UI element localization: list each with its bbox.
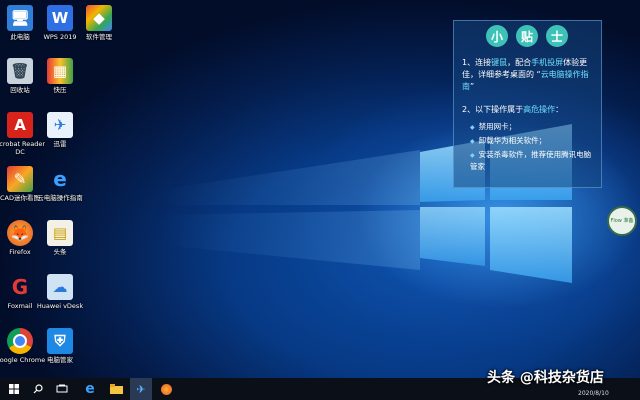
desktop-icon-pc-manager[interactable]: ⛨ 电脑管家	[33, 328, 87, 364]
desktop-icon-toutiao[interactable]: ▤ 头条	[33, 220, 87, 256]
windows-start-icon[interactable]	[4, 378, 24, 400]
tips-paragraph-1: 1、连接键鼠，配合手机投屏体验更佳，详细参考桌面的 “云电脑操作指南”	[462, 58, 589, 91]
task-view-icon[interactable]	[52, 378, 72, 400]
tips-panel: 小 贴 士 1、连接键鼠，配合手机投屏体验更佳，详细参考桌面的 “云电脑操作指南…	[453, 20, 602, 188]
tips-bullet: ◆ 禁用网卡；	[470, 122, 517, 131]
cad-viewer-icon: ✎	[7, 166, 33, 192]
firefox-icon: 🦊	[7, 220, 33, 246]
file-explorer-icon[interactable]	[106, 378, 126, 400]
floating-widget[interactable]: Flow 准备	[607, 206, 637, 236]
foxmail-icon: G	[11, 275, 29, 299]
desktop-icon-huawei-vdesk[interactable]: ☁ Huawei vDesk	[33, 274, 87, 310]
desktop-icon-kuaiya[interactable]: ▦ 快压	[33, 58, 87, 94]
shield-icon: ⛨	[47, 328, 73, 354]
search-icon[interactable]	[28, 378, 48, 400]
desktop-icon-software-manager[interactable]: ◆ 软件管理	[72, 5, 126, 41]
tips-title: 小 贴 士	[486, 25, 568, 47]
tips-bullet: ◆ 安装杀毒软件，推荐使用腾讯电脑管家	[470, 150, 592, 171]
taskbar-date: 2020/8/10	[578, 390, 609, 397]
this-pc-icon: 🖥	[7, 5, 33, 31]
xunlei-icon: ✈	[47, 112, 73, 138]
wps-icon: W	[47, 5, 73, 31]
ie-icon: e	[53, 167, 67, 191]
software-manager-icon: ◆	[86, 5, 112, 31]
desktop-icon-xunlei[interactable]: ✈ 迅雷	[33, 112, 87, 148]
watermark: 头条 @科技杂货店	[487, 370, 604, 386]
acrobat-icon: A	[7, 112, 33, 138]
chrome-icon	[7, 328, 33, 354]
kuaiya-icon: ▦	[47, 58, 73, 84]
firefox-icon[interactable]	[156, 378, 176, 400]
xunlei-icon[interactable]: ✈	[130, 378, 152, 400]
recycle-bin-icon: 🗑	[7, 58, 33, 84]
edge-icon[interactable]: e	[80, 378, 100, 400]
tips-bullet: ◆ 卸载华为相关软件；	[470, 136, 547, 145]
document-icon: ▤	[47, 220, 73, 246]
tips-paragraph-2: 2、以下操作属于高危操作：	[462, 105, 564, 114]
cloud-icon: ☁	[47, 274, 73, 300]
desktop-icon-cloud-pc-guide[interactable]: e 云电脑操作指南	[33, 166, 87, 202]
